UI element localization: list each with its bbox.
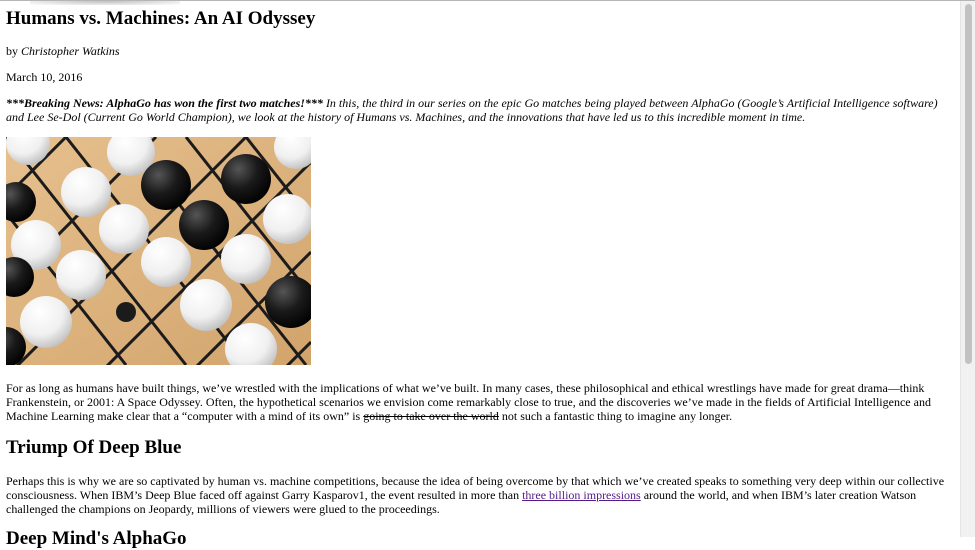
byline-prefix: by xyxy=(6,44,18,58)
byline: by Christopher Watkins xyxy=(6,44,120,59)
section-heading-alphago: Deep Mind's AlphaGo xyxy=(6,528,187,549)
paragraph-intro: For as long as humans have built things,… xyxy=(6,381,951,423)
go-board-image xyxy=(6,137,311,365)
author-name: Christopher Watkins xyxy=(21,44,120,58)
paragraph-deep-blue: Perhaps this is why we are so captivated… xyxy=(6,474,951,516)
paragraph-intro-end: not such a fantastic thing to imagine an… xyxy=(498,409,733,423)
impressions-link[interactable]: three billion impressions xyxy=(522,488,641,502)
section-heading-deep-blue: Triump Of Deep Blue xyxy=(6,437,182,458)
breaking-news: ***Breaking News: AlphaGo has won the fi… xyxy=(6,96,323,110)
go-board-photo xyxy=(6,137,311,365)
lede: ***Breaking News: AlphaGo has won the fi… xyxy=(6,96,956,124)
article-title: Humans vs. Machines: An AI Odyssey xyxy=(6,8,316,29)
publish-date: March 10, 2016 xyxy=(6,70,83,84)
window-top-shadow xyxy=(30,1,180,5)
vertical-scrollbar[interactable] xyxy=(960,1,975,537)
scrollbar-thumb[interactable] xyxy=(965,4,972,364)
strikethrough-text: going to take over the world xyxy=(363,409,499,423)
